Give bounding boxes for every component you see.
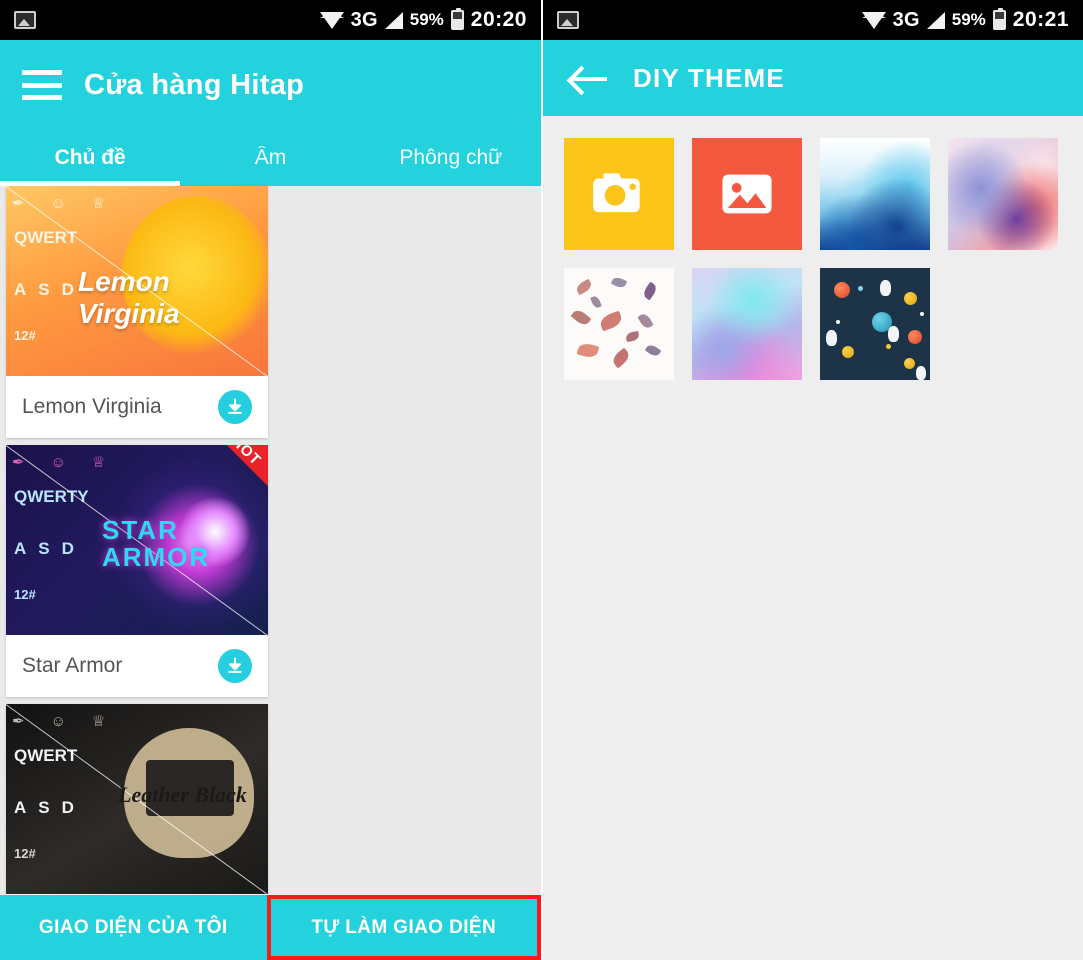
status-bar-left: 3G 59% 20:20 (0, 0, 541, 40)
camera-icon (593, 173, 640, 213)
back-arrow-icon[interactable] (571, 64, 611, 92)
status-bar-right: 3G 59% 20:21 (543, 0, 1083, 40)
theme-card[interactable]: ✒ ☺ ♕ QWERT ASD 12# Lemon Virginia Lemon V… (6, 186, 268, 438)
hamburger-menu-icon[interactable] (22, 70, 62, 100)
diy-tile-gallery[interactable] (692, 138, 802, 250)
tab-bar: Chủ đề Âm Phông chữ (0, 130, 541, 186)
bottom-nav-my-themes[interactable]: GIAO DIỆN CỦA TÔI (0, 895, 267, 960)
theme-name-label: Star Armor (22, 654, 123, 677)
theme-thumbnail: ✒ ☺ ♕ QWERT ASD 12# Lemon Virginia (6, 186, 268, 376)
battery-percent-label: 59% (951, 10, 986, 29)
diy-source-grid (543, 116, 1083, 380)
clock-label: 20:20 (470, 8, 527, 31)
theme-thumbnail: ✒ ☺ ♕ QWERT ASD 12# Leather Black (6, 704, 268, 894)
tab-themes[interactable]: Chủ đề (0, 130, 180, 186)
wifi-icon (319, 11, 344, 29)
network-type-label: 3G (350, 8, 378, 31)
left-phone-screen: 3G 59% 20:20 Cửa hàng Hitap Chủ đề Âm Ph… (0, 0, 541, 960)
battery-icon (450, 8, 464, 30)
clock-label: 20:21 (1012, 8, 1069, 31)
photo-icon (14, 11, 36, 29)
diy-tile-texture-space[interactable] (820, 268, 930, 380)
battery-icon (992, 8, 1006, 30)
signal-icon (926, 11, 945, 29)
theme-card-footer: Star Armor (6, 635, 268, 697)
download-icon[interactable] (218, 649, 252, 683)
theme-card-footer: Lemon Virginia (6, 376, 268, 438)
diy-tile-texture-floral[interactable] (564, 268, 674, 380)
theme-overlay-title: Leather Black (118, 782, 247, 807)
theme-overlay-title: STAR ARMOR (102, 515, 211, 573)
diy-tile-texture-blue-cloud[interactable] (820, 138, 930, 250)
theme-card[interactable]: ✒ ☺ ♕ QWERTY ASD 12# STAR ARMOR HOT Star A… (6, 445, 268, 697)
theme-thumbnail: ✒ ☺ ♕ QWERTY ASD 12# STAR ARMOR HOT (6, 445, 268, 635)
download-icon[interactable] (218, 390, 252, 424)
gallery-image-icon (722, 174, 772, 214)
signal-icon (384, 11, 403, 29)
theme-name-label: Lemon Virginia (22, 395, 162, 418)
theme-grid: ✒ ☺ ♕ QWERT ASD 12# Lemon Virginia Lemon V… (0, 186, 541, 960)
photo-icon (557, 11, 579, 29)
diy-tile-texture-watercolor[interactable] (692, 268, 802, 380)
app-bar-right: DIY THEME (543, 40, 1083, 116)
dual-screenshot: 3G 59% 20:20 Cửa hàng Hitap Chủ đề Âm Ph… (0, 0, 1083, 960)
theme-overlay-title: Lemon Virginia (78, 266, 180, 329)
page-title: Cửa hàng Hitap (84, 68, 305, 101)
tab-sounds[interactable]: Âm (180, 130, 360, 186)
right-phone-screen: 3G 59% 20:21 DIY THEME (541, 0, 1083, 960)
diy-tile-camera[interactable] (564, 138, 674, 250)
battery-percent-label: 59% (409, 10, 444, 29)
wifi-icon (861, 11, 886, 29)
tab-fonts[interactable]: Phông chữ (361, 130, 541, 186)
bottom-nav-bar: GIAO DIỆN CỦA TÔI TỰ LÀM GIAO DIỆN (0, 895, 541, 960)
diy-tile-texture-pink-swirl[interactable] (948, 138, 1058, 250)
app-bar-left: Cửa hàng Hitap (0, 40, 541, 130)
bottom-nav-diy-theme[interactable]: TỰ LÀM GIAO DIỆN (266, 895, 541, 960)
network-type-label: 3G (892, 8, 920, 31)
page-title: DIY THEME (633, 62, 785, 93)
